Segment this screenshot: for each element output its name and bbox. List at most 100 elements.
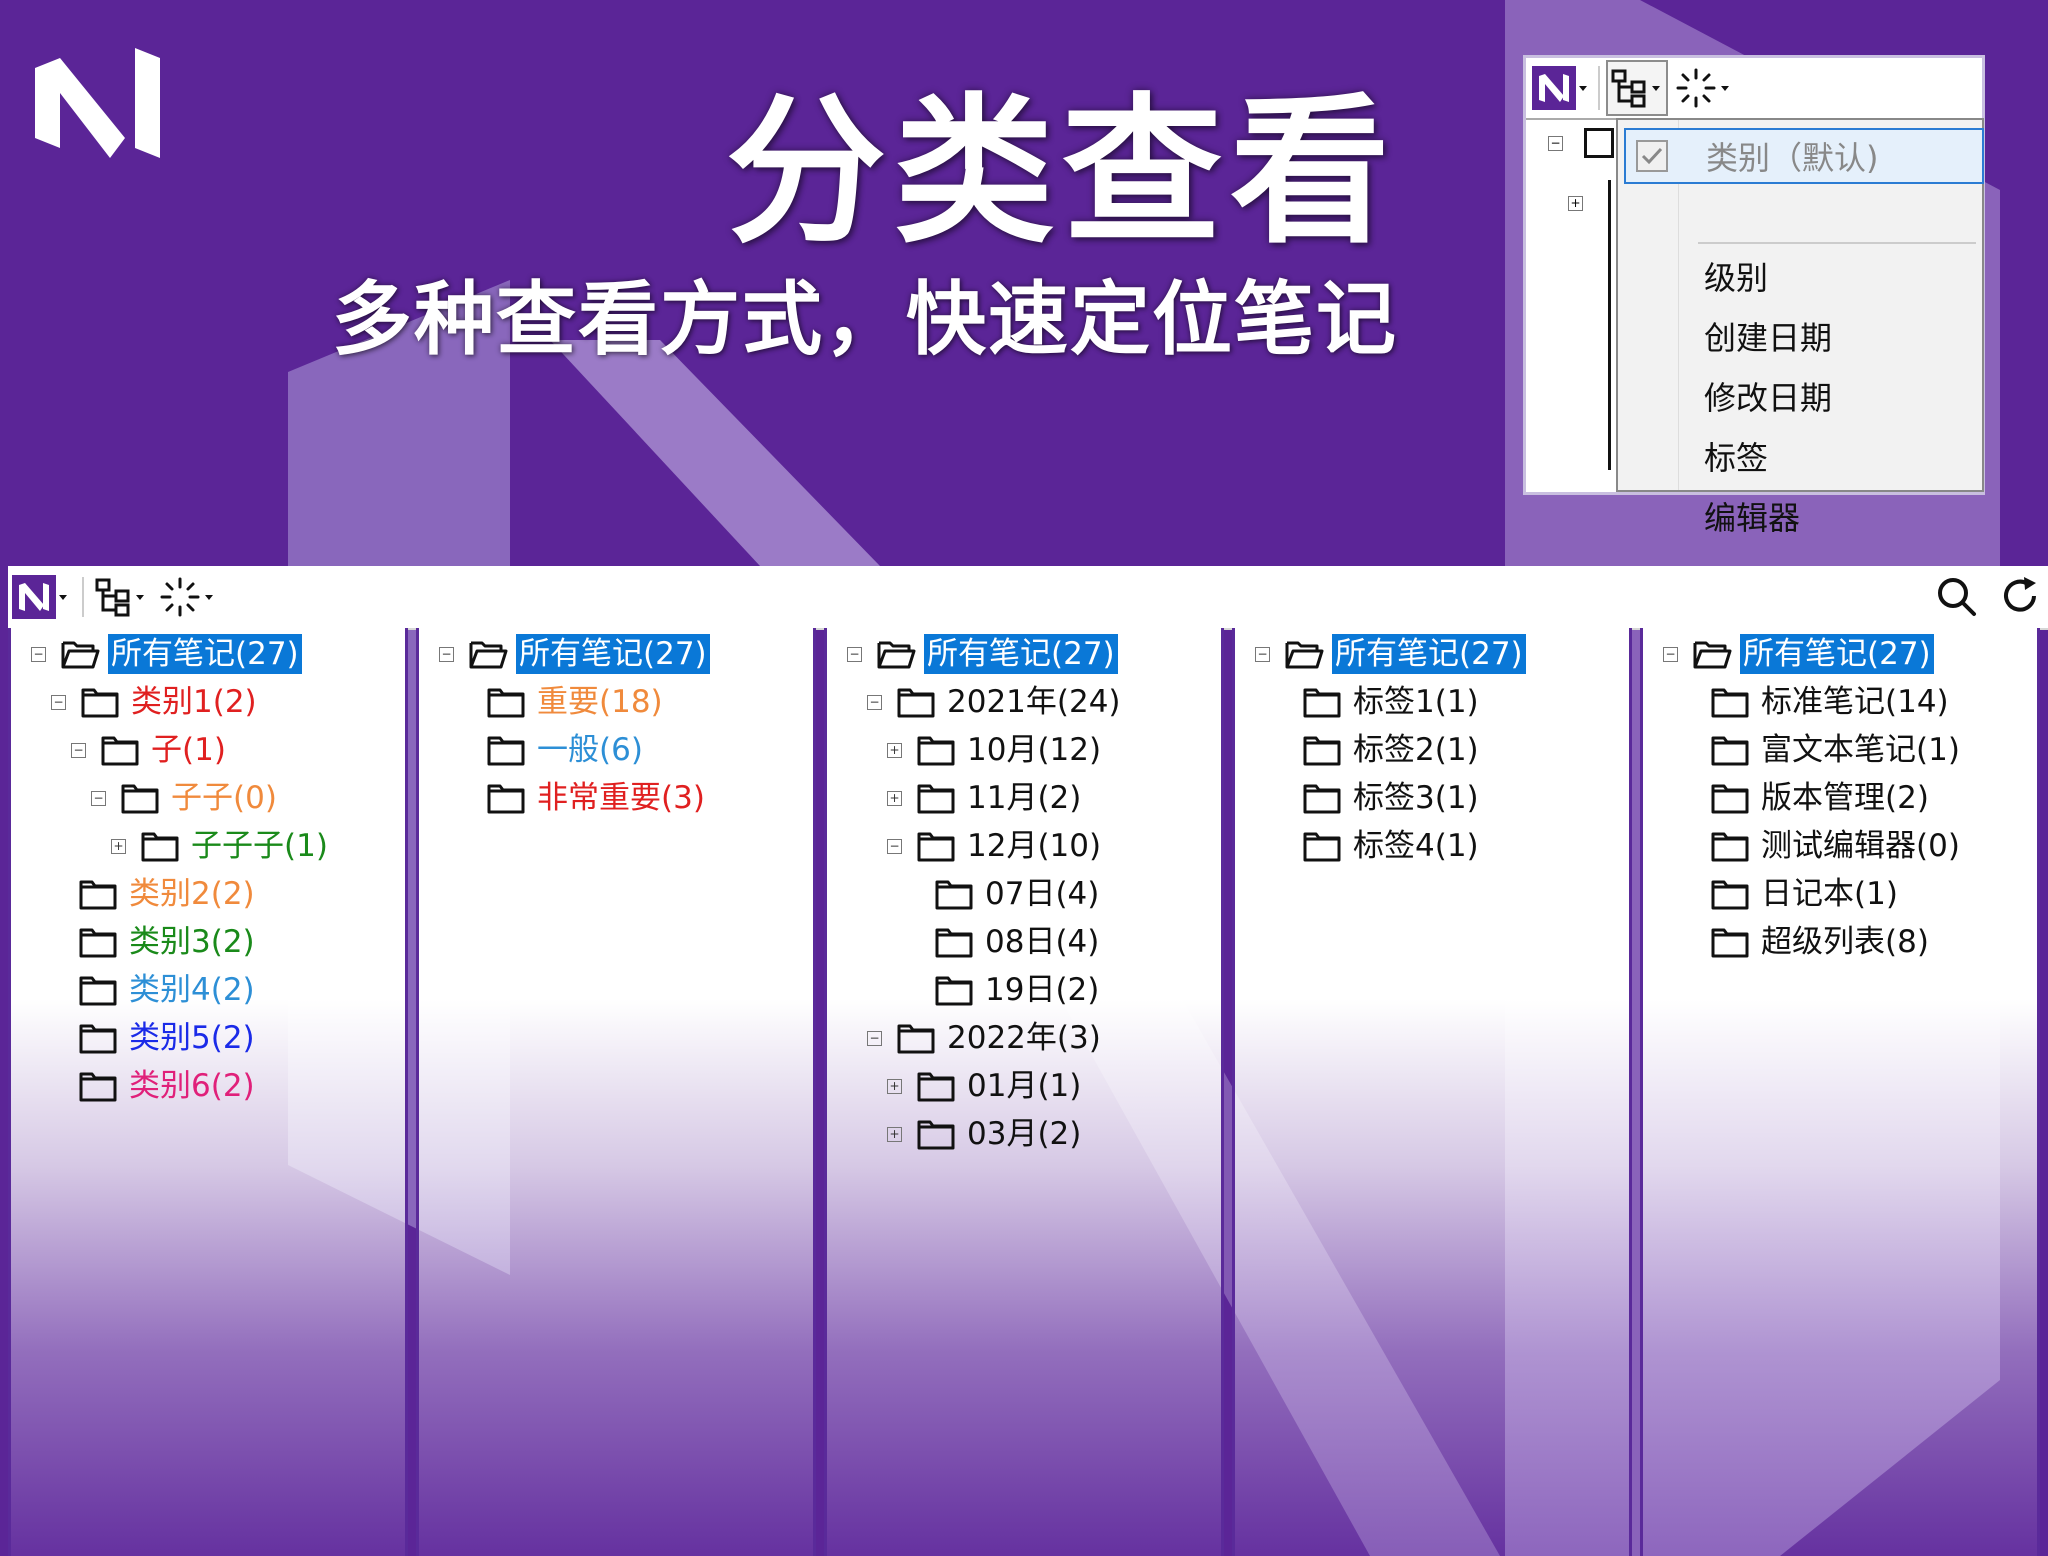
menu-item-editor[interactable]: 编辑器 <box>1704 502 1800 534</box>
tree-node[interactable]: − 所有笔记(27) <box>1663 632 1934 676</box>
tree-node[interactable]: − 所有笔记(27) <box>31 632 302 676</box>
collapse-icon[interactable]: − <box>439 646 454 662</box>
expand-icon[interactable]: + <box>887 790 902 806</box>
tree-node[interactable]: 非常重要(3) <box>459 776 708 820</box>
tree-node[interactable]: − 所有笔记(27) <box>1255 632 1526 676</box>
expand-icon[interactable]: + <box>887 742 902 758</box>
toolbar-right-actions <box>1934 574 2042 618</box>
menu-separator <box>1698 242 1976 244</box>
tree-node[interactable]: − 12月(10) <box>887 824 1104 868</box>
folder-open-icon <box>877 641 916 669</box>
tree-node[interactable]: 日记本(1) <box>1683 872 1901 916</box>
chevron-down-icon[interactable] <box>56 575 72 619</box>
tree-node-label: 标签1(1) <box>1353 684 1479 720</box>
tree-node[interactable]: 标签1(1) <box>1275 680 1482 724</box>
collapse-icon[interactable]: − <box>867 1030 882 1046</box>
tree-node[interactable]: − 子子(0) <box>91 776 280 820</box>
folder-icon <box>1711 784 1749 814</box>
folder-icon <box>935 880 973 910</box>
chevron-down-icon <box>1652 86 1660 91</box>
loading-spinner-icon[interactable] <box>1674 66 1718 110</box>
tree-node[interactable]: +11月(2) <box>887 776 1084 820</box>
tree-node[interactable]: 类别5(2) <box>51 1016 258 1060</box>
folder-icon <box>79 1024 117 1054</box>
menu-item-created-date[interactable]: 创建日期 <box>1704 322 1832 354</box>
refresh-icon[interactable] <box>1998 574 2042 618</box>
tree-node[interactable]: 测试编辑器(0) <box>1683 824 1963 868</box>
collapse-icon[interactable]: − <box>1663 646 1678 662</box>
tree-node-label: 所有笔记(27) <box>1740 634 1934 674</box>
menu-item-modified-date[interactable]: 修改日期 <box>1704 382 1832 414</box>
tree-node[interactable]: − 2021年(24) <box>867 680 1124 724</box>
folder-icon <box>487 688 525 718</box>
collapse-icon[interactable]: − <box>71 742 86 758</box>
app-logo-icon[interactable] <box>1532 66 1576 110</box>
expand-icon[interactable]: + <box>887 1126 902 1142</box>
tree-node[interactable]: +10月(12) <box>887 728 1104 772</box>
tree-node[interactable]: +01月(1) <box>887 1064 1084 1108</box>
tree-node[interactable]: 类别4(2) <box>51 968 258 1012</box>
tree-node[interactable]: 超级列表(8) <box>1683 920 1932 964</box>
menu-item-tag[interactable]: 标签 <box>1704 442 1768 474</box>
view-mode-button[interactable] <box>94 572 148 622</box>
tree-node[interactable]: 标签3(1) <box>1275 776 1482 820</box>
chevron-down-icon[interactable] <box>1576 66 1592 110</box>
tree-node[interactable]: 标签4(1) <box>1275 824 1482 868</box>
tree-node-label: 类别5(2) <box>129 1020 255 1056</box>
tree-node-label: 类别3(2) <box>129 924 255 960</box>
expand-icon[interactable]: + <box>1568 196 1583 211</box>
tree-node-label: 19日(2) <box>985 972 1100 1008</box>
folder-icon <box>1711 880 1749 910</box>
expand-icon[interactable]: + <box>887 1078 902 1094</box>
collapse-icon[interactable]: − <box>1548 136 1563 151</box>
tree-node[interactable]: − 所有笔记(27) <box>439 632 710 676</box>
collapse-icon[interactable]: − <box>847 646 862 662</box>
tree-node[interactable]: 类别3(2) <box>51 920 258 964</box>
chevron-down-icon[interactable] <box>202 575 218 619</box>
tree-node[interactable]: − 2022年(3) <box>867 1016 1104 1060</box>
tree-node[interactable]: 富文本笔记(1) <box>1683 728 1963 772</box>
collapse-icon[interactable]: − <box>51 694 66 710</box>
tree-node[interactable]: 19日(2) <box>907 968 1102 1012</box>
tree-node[interactable]: 类别2(2) <box>51 872 258 916</box>
tree-pane-editor: − 所有笔记(27) 标准笔记(14) 富文本笔记(1) 版本管理(2) 测试编辑器(0)… <box>1640 628 2040 1556</box>
tree-node[interactable]: 标准笔记(14) <box>1683 680 1952 724</box>
page-title: 分类查看 <box>725 78 1398 265</box>
tree-node-label: 标签4(1) <box>1353 828 1479 864</box>
search-icon[interactable] <box>1934 574 1978 618</box>
tree-node-label: 10月(12) <box>967 732 1102 768</box>
collapse-icon[interactable]: − <box>887 838 902 854</box>
tree-node[interactable]: − 所有笔记(27) <box>847 632 1118 676</box>
chevron-down-icon[interactable] <box>1718 66 1734 110</box>
menu-item-level[interactable]: 级别 <box>1704 262 1768 294</box>
tree-node[interactable]: 一般(6) <box>459 728 646 772</box>
collapse-icon[interactable]: − <box>91 790 106 806</box>
tree-pane-category: − 所有笔记(27) − 类别1(2) − 子(1) − 子子(0) + 子子子(1) 类别2(2)… <box>8 628 408 1556</box>
collapse-icon[interactable]: − <box>867 694 882 710</box>
tree-node[interactable]: 08日(4) <box>907 920 1102 964</box>
expand-icon[interactable]: + <box>111 838 126 854</box>
tree-node-label: 超级列表(8) <box>1761 924 1929 960</box>
tree-node[interactable]: 版本管理(2) <box>1683 776 1932 820</box>
tree-node[interactable]: − 子(1) <box>71 728 229 772</box>
collapse-icon[interactable]: − <box>1255 646 1270 662</box>
menu-item-category[interactable]: 类别（默认) <box>1624 128 1984 184</box>
view-mode-button[interactable] <box>1606 60 1668 116</box>
collapse-icon[interactable]: − <box>31 646 46 662</box>
tree-node[interactable]: 类别6(2) <box>51 1064 258 1108</box>
toolbar-divider <box>82 577 84 617</box>
brand-logo-icon <box>35 48 160 158</box>
tree-node[interactable]: − 类别1(2) <box>51 680 260 724</box>
folder-icon <box>917 784 955 814</box>
tree-pane-tag: − 所有笔记(27) 标签1(1) 标签2(1) 标签3(1) 标签4(1) <box>1232 628 1632 1556</box>
tree-node-label: 标签3(1) <box>1353 780 1479 816</box>
tree-node[interactable]: 07日(4) <box>907 872 1102 916</box>
tree-node[interactable]: + 子子子(1) <box>111 824 331 868</box>
app-logo-icon[interactable] <box>12 575 56 619</box>
tree-node[interactable]: 重要(18) <box>459 680 666 724</box>
tree-node[interactable]: 标签2(1) <box>1275 728 1482 772</box>
tree-node[interactable]: +03月(2) <box>887 1112 1084 1156</box>
loading-spinner-icon[interactable] <box>158 575 202 619</box>
chevron-down-icon <box>136 595 144 600</box>
tree-node-label: 所有笔记(27) <box>924 634 1118 674</box>
